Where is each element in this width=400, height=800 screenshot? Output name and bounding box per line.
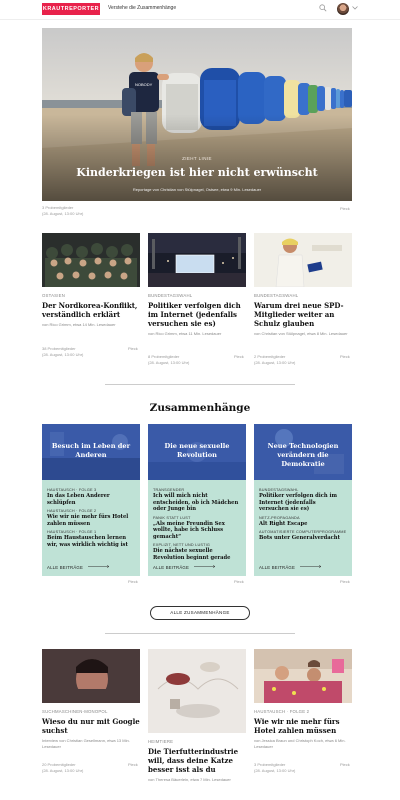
theme-all-link[interactable]: ALLE BEITRÄGE — [47, 565, 83, 570]
chevron-down-icon[interactable] — [352, 6, 358, 10]
theme-item-kicker: PANIK STATT LUST — [153, 515, 191, 520]
site-header: KRAUTREPORTER Verstehe die Zusammenhänge — [0, 0, 400, 20]
hero-meta: 3 Probemitglieder (28. August, 13:00 Uhr… — [42, 205, 83, 217]
site-tagline: Verstehe die Zusammenhänge — [108, 5, 177, 11]
article-card[interactable]: HEIMTIERE Die Tierfutterindustrie will, … — [148, 649, 246, 783]
theme-item-title[interactable]: Bots unter Generalverdacht — [259, 535, 347, 542]
theme-item-kicker: BUNDESTAGSWAHL — [259, 488, 299, 492]
article-meta: 20 Probemitglieder (28. August, 13:00 Uh… — [42, 762, 83, 774]
article-byline: von Jessica Braun und Christoph Koch, et… — [254, 738, 346, 749]
theme-item-kicker: AUTOMATISIERTE COMPUTERPROGRAMME — [259, 530, 347, 534]
article-kicker: HAUSTAUSCH · FOLGE 2 — [254, 709, 310, 714]
theme-all-link[interactable]: ALLE BEITRÄGE — [259, 565, 295, 570]
hero-flag[interactable]: Pieck — [340, 206, 350, 211]
article-title[interactable]: Warum drei neue SPD-Mitglieder weiter an… — [254, 301, 352, 328]
article-card[interactable]: SUCHMASCHINEN-MONOPOL Wieso du nur mit G… — [42, 649, 140, 749]
theme-flag[interactable]: Pieck — [234, 579, 244, 584]
theme-flag[interactable]: Pieck — [340, 579, 350, 584]
hero-article[interactable]: NOBODY ZIEHT LINIE Kinderkriegen ist hie… — [42, 28, 352, 201]
article-byline: von Christian von Stülpnagel, etwa 8 Min… — [254, 331, 348, 336]
section-title: Zusammenhänge — [149, 402, 251, 414]
theme-card[interactable]: Neue Technologien verändern die Demokrat… — [254, 424, 352, 576]
article-image — [254, 649, 352, 703]
arrow-right-icon[interactable] — [194, 565, 216, 568]
article-flag[interactable]: Pieck — [128, 346, 138, 351]
article-title[interactable]: Wieso du nur mit Google suchst — [42, 717, 140, 735]
theme-item-kicker: HAUSTAUSCH · FOLGE 1 — [47, 530, 97, 534]
hero-date: (28. August, 13:00 Uhr) — [42, 211, 84, 216]
article-card[interactable]: HAUSTAUSCH · FOLGE 2 Wie wir nie mehr fü… — [254, 649, 352, 749]
site-logo[interactable]: KRAUTREPORTER — [42, 3, 100, 15]
article-image — [254, 233, 352, 287]
theme-all-link[interactable]: ALLE BEITRÄGE — [153, 565, 189, 570]
article-byline: von Theresa Bäuerlein, etwa 7 Min. Lesed… — [148, 777, 231, 782]
article-image — [42, 233, 140, 287]
article-title[interactable]: Politiker verfolgen dich im Internet (je… — [148, 301, 246, 328]
theme-item-title[interactable]: Alt Right Escape — [259, 521, 347, 528]
theme-item-title[interactable]: Die nächste sexuelle Revolution beginnt … — [153, 548, 241, 561]
article-byline: von Rico Grimm, etwa 14 Min. Lesedauer — [42, 322, 116, 327]
arrow-right-icon[interactable] — [88, 565, 110, 568]
article-image — [148, 233, 246, 287]
section-divider — [105, 384, 295, 385]
hero-title[interactable]: Kinderkriegen ist hier nicht erwünscht — [42, 166, 352, 179]
article-date: (28. August, 13:00 Uhr) — [148, 360, 190, 365]
theme-title[interactable]: Besuch im Leben der Anderen — [46, 442, 136, 460]
article-kicker: BUNDESTAGSWAHL — [254, 293, 299, 298]
theme-item-kicker: HAUSTAUSCH · FOLGE 2 — [47, 509, 97, 513]
article-date: (28. August, 13:00 Uhr) — [254, 360, 296, 365]
article-card[interactable]: BUNDESTAGSWAHL Warum drei neue SPD-Mitgl… — [254, 233, 352, 337]
theme-title[interactable]: Die neue sexuelle Revolution — [152, 442, 242, 460]
theme-item-title[interactable]: Politiker verfolgen dich im Internet (je… — [259, 493, 347, 513]
user-avatar[interactable] — [337, 3, 349, 15]
hero-byline: Reportage von Christian von Stülpnagel, … — [132, 187, 262, 192]
article-flag[interactable]: Pieck — [128, 762, 138, 767]
theme-card[interactable]: Die neue sexuelle Revolution TRANSGENDER… — [148, 424, 246, 576]
article-date: (28. August, 13:00 Uhr) — [254, 768, 296, 773]
theme-header: Neue Technologien verändern die Demokrat… — [254, 424, 352, 480]
article-kicker: OSTASIEN — [42, 293, 66, 298]
article-image — [42, 649, 140, 703]
article-image — [148, 649, 246, 733]
article-flag[interactable]: Pieck — [234, 354, 244, 359]
theme-item-kicker: TRANSGENDER — [153, 488, 185, 492]
theme-item-title[interactable]: Ich will mich nicht entscheiden, ob ich … — [153, 493, 241, 513]
article-kicker: SUCHMASCHINEN-MONOPOL — [42, 709, 108, 714]
theme-item-title[interactable]: Wie wir nie mehr fürs Hotel zahlen müsse… — [47, 514, 135, 527]
section-divider — [105, 633, 295, 634]
article-kicker: HEIMTIERE — [148, 739, 174, 744]
theme-item-title[interactable]: In das Leben Anderer schlüpfen — [47, 493, 135, 506]
theme-item-title[interactable]: „Als meine Freundin Sex wollte, habe ich… — [153, 521, 241, 541]
theme-header: Besuch im Leben der Anderen — [42, 424, 140, 480]
article-title[interactable]: Die Tierfutterindustrie will, dass deine… — [148, 747, 246, 774]
hero-kicker: ZIEHT LINIE — [182, 156, 212, 161]
theme-card[interactable]: Besuch im Leben der Anderen HAUSTAUSCH ·… — [42, 424, 140, 576]
article-title[interactable]: Der Nordkorea-Konflikt, verständlich erk… — [42, 301, 140, 319]
article-date: (28. August, 13:00 Uhr) — [42, 768, 84, 773]
theme-item-kicker: NETZ-PROPAGANDA — [259, 515, 300, 520]
theme-flag[interactable]: Pieck — [128, 579, 138, 584]
article-byline: Interview von Christian Gesellmann, etwa… — [42, 738, 130, 749]
search-icon[interactable] — [319, 4, 327, 12]
theme-title[interactable]: Neue Technologien verändern die Demokrat… — [258, 442, 348, 469]
article-kicker: BUNDESTAGSWAHL — [148, 293, 193, 298]
article-card[interactable]: OSTASIEN Der Nordkorea-Konflikt, verstän… — [42, 233, 140, 328]
article-date: (28. August, 13:00 Uhr) — [42, 352, 84, 357]
article-flag[interactable]: Pieck — [340, 762, 350, 767]
arrow-right-icon[interactable] — [300, 565, 322, 568]
article-meta: 2 Probemitglieder (28. August, 13:00 Uhr… — [254, 354, 295, 366]
article-title[interactable]: Wie wir nie mehr fürs Hotel zahlen müsse… — [254, 717, 352, 735]
article-meta: 38 Probemitglieder (28. August, 13:00 Uh… — [42, 346, 83, 358]
theme-item-title[interactable]: Beim Haustauschen lernen wir, was wirkli… — [47, 535, 135, 548]
article-meta: 8 Probemitglieder (28. August, 13:00 Uhr… — [148, 354, 189, 366]
theme-header: Die neue sexuelle Revolution — [148, 424, 246, 480]
article-flag[interactable]: Pieck — [340, 354, 350, 359]
theme-item-kicker: EXPLIZIT, NETT UND LUSTIG — [153, 543, 211, 547]
all-themes-button[interactable]: ALLE ZUSAMMENHÄNGE — [150, 606, 250, 620]
article-byline: von Rico Grimm, etwa 11 Min. Lesedauer — [148, 331, 222, 336]
theme-item-kicker: HAUSTAUSCH · FOLGE 3 — [47, 488, 97, 492]
article-meta: 3 Probemitglieder (28. August, 13:00 Uhr… — [254, 762, 295, 774]
article-card[interactable]: BUNDESTAGSWAHL Politiker verfolgen dich … — [148, 233, 246, 337]
